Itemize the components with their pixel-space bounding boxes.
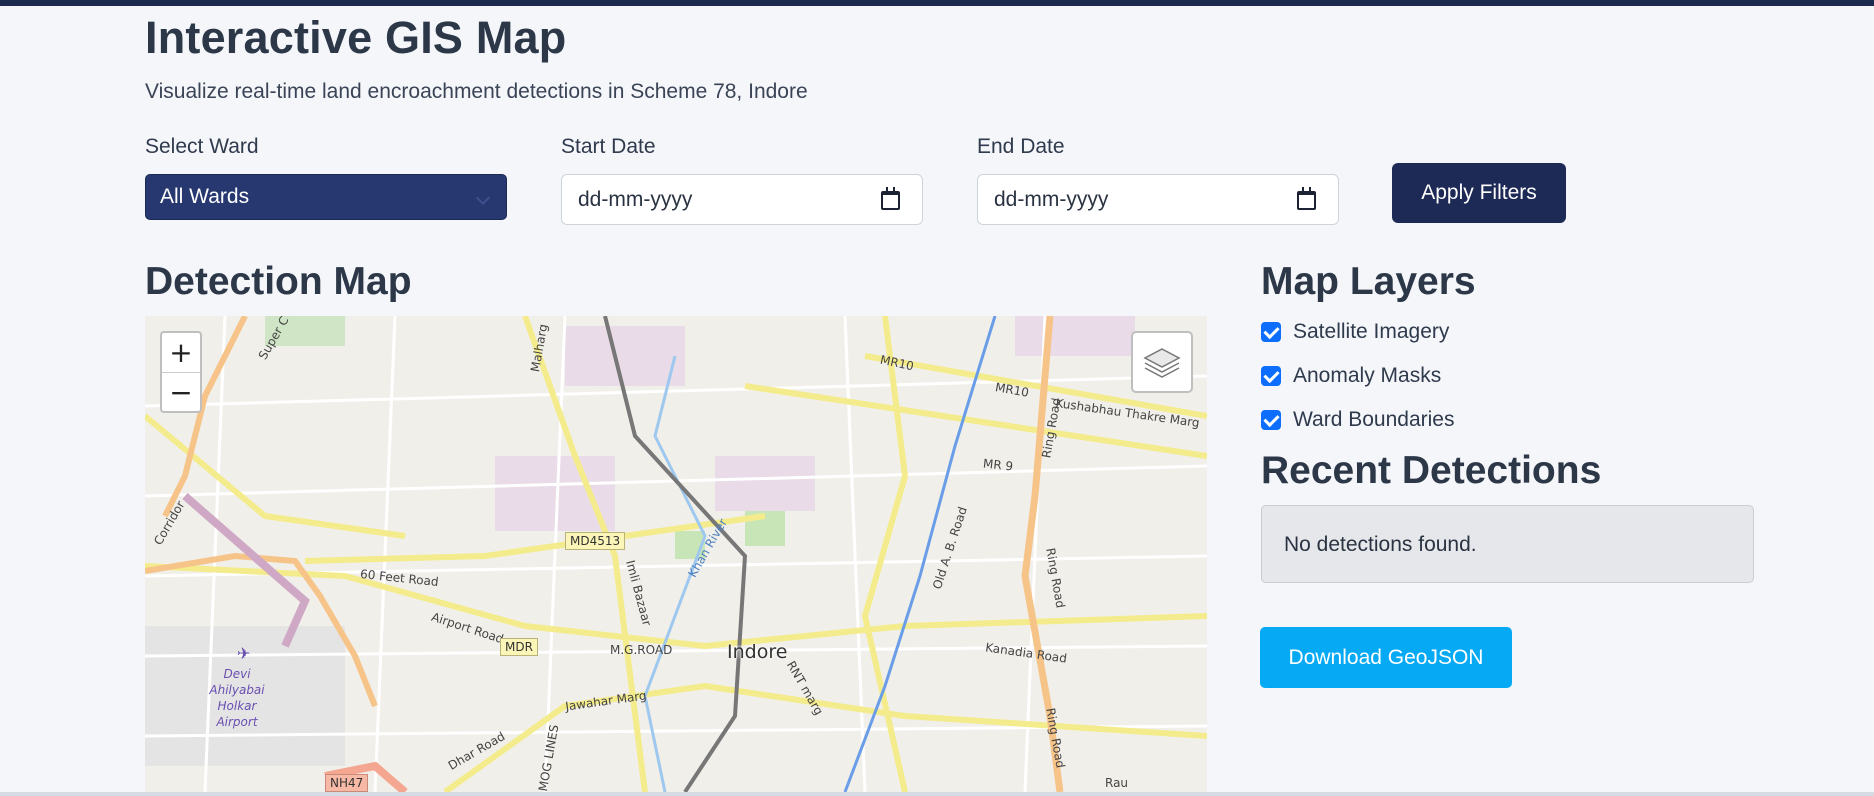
start-date-label: Start Date xyxy=(561,135,656,158)
recent-detections-title: Recent Detections xyxy=(1261,449,1602,492)
ward-select[interactable]: All Wards xyxy=(145,174,507,220)
map-label-road-shield: MDR xyxy=(500,638,538,656)
download-geojson-button[interactable]: Download GeoJSON xyxy=(1260,627,1512,688)
detection-map-title: Detection Map xyxy=(145,260,412,303)
map-layers-title: Map Layers xyxy=(1261,260,1476,303)
end-date-placeholder: dd-mm-yyyy xyxy=(994,188,1109,211)
end-date-input[interactable]: dd-mm-yyyy xyxy=(977,174,1339,225)
top-accent-bar xyxy=(0,0,1874,6)
map-label-road-shield: MD4513 xyxy=(565,532,626,550)
apply-filters-button[interactable]: Apply Filters xyxy=(1392,163,1566,223)
start-date-input[interactable]: dd-mm-yyyy xyxy=(561,174,923,225)
checkbox-checked-icon[interactable] xyxy=(1261,410,1281,430)
chevron-down-icon xyxy=(475,190,491,206)
map-label-road: M.G.ROAD xyxy=(610,643,673,657)
checkbox-checked-icon[interactable] xyxy=(1261,366,1281,386)
ward-label: Select Ward xyxy=(145,135,259,158)
map-label-airport: Devi Ahilyabai Holkar Airport xyxy=(209,667,265,729)
map-label-road: MR 9 xyxy=(982,456,1014,474)
layer-toggle-ward-boundaries[interactable]: Ward Boundaries xyxy=(1261,408,1454,432)
layer-toggle-anomaly-masks[interactable]: Anomaly Masks xyxy=(1261,364,1441,388)
end-date-label: End Date xyxy=(977,135,1065,158)
page-subtitle: Visualize real-time land encroachment de… xyxy=(145,80,808,103)
checkbox-checked-icon[interactable] xyxy=(1261,322,1281,342)
detections-empty-state: No detections found. xyxy=(1261,505,1754,583)
layers-control-button[interactable] xyxy=(1131,331,1193,393)
layer-label: Ward Boundaries xyxy=(1293,408,1455,431)
map-label-city: Indore xyxy=(727,641,788,663)
airplane-icon: ✈ xyxy=(237,644,251,663)
layers-icon xyxy=(1143,348,1181,378)
start-date-placeholder: dd-mm-yyyy xyxy=(578,188,693,211)
calendar-icon[interactable] xyxy=(1297,187,1316,210)
layer-toggle-satellite[interactable]: Satellite Imagery xyxy=(1261,320,1449,344)
layer-label: Anomaly Masks xyxy=(1293,364,1442,387)
ward-select-value: All Wards xyxy=(160,185,250,208)
zoom-in-button[interactable]: + xyxy=(162,333,200,372)
layer-label: Satellite Imagery xyxy=(1293,320,1450,343)
calendar-icon[interactable] xyxy=(881,187,900,210)
page-title: Interactive GIS Map xyxy=(145,12,567,63)
detection-map[interactable]: + − Indore MR10 MR10 Kushabhau Thakre Ma… xyxy=(145,316,1207,792)
bottom-divider xyxy=(0,792,1874,796)
map-label-road-shield: NH47 xyxy=(325,774,369,792)
zoom-control: + − xyxy=(160,331,202,413)
map-label-road: Rau xyxy=(1105,776,1129,790)
zoom-out-button[interactable]: − xyxy=(162,373,200,412)
